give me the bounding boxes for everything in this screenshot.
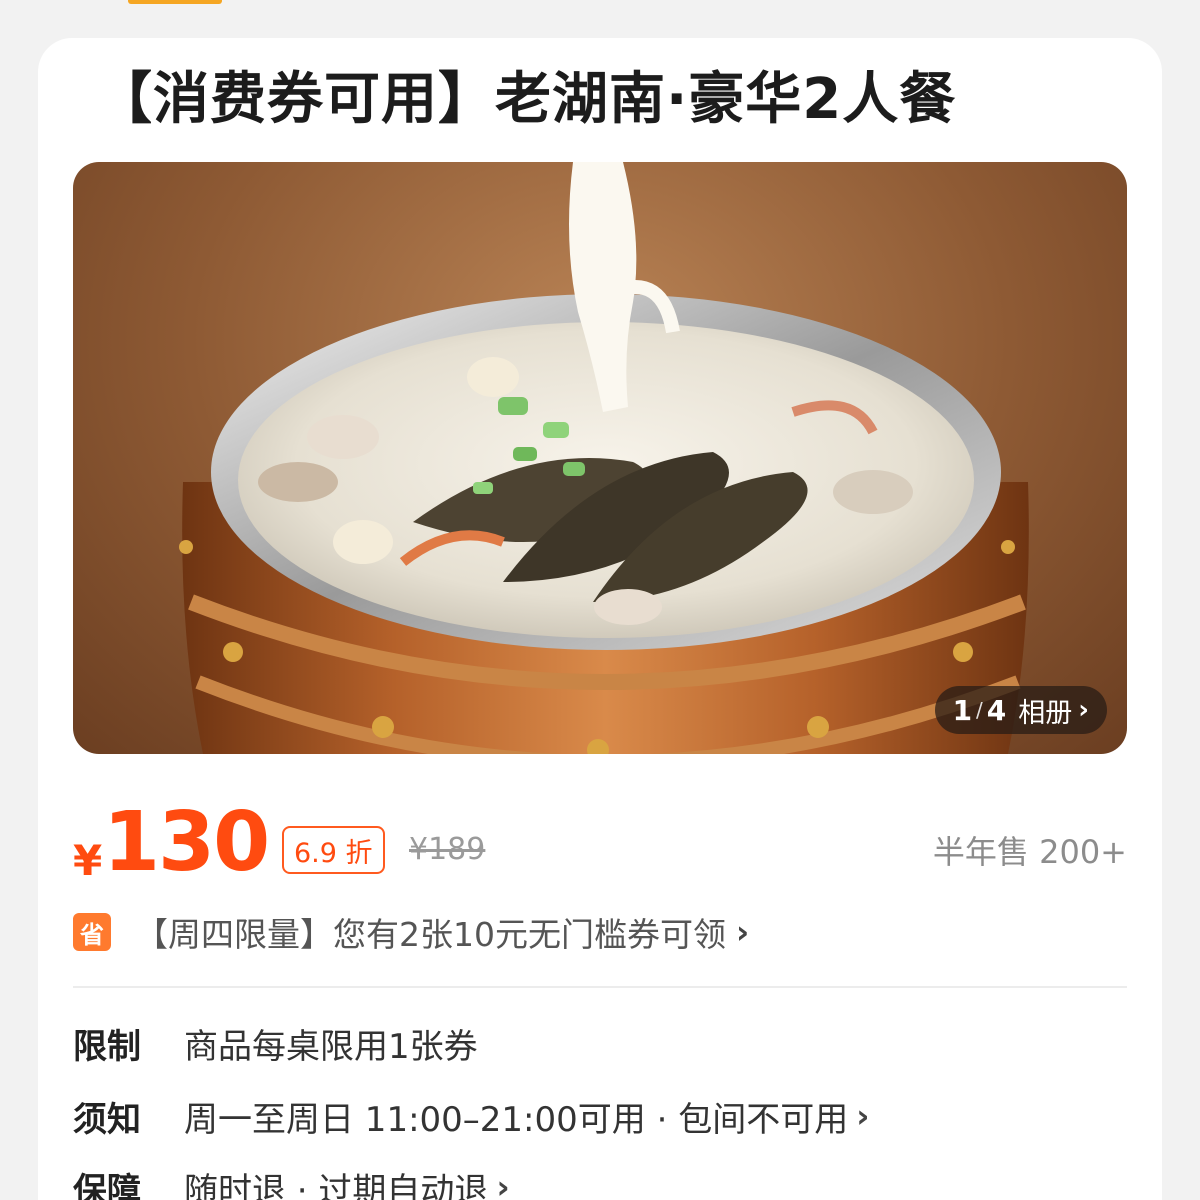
- original-price: ¥189: [409, 832, 486, 867]
- deal-title: 【消费券可用】老湖南·豪华2人餐: [96, 67, 957, 132]
- page-total: 4: [986, 693, 1007, 727]
- info-label: 限制: [73, 1026, 141, 1067]
- coupon-text: 【周四限量】您有2张10元无门槛券可领: [135, 915, 726, 954]
- page-separator: /: [976, 698, 983, 722]
- deal-card: 【消费券可用】老湖南·豪华2人餐 1 / 4 相册 › ¥ 130 6.9 折 …: [38, 38, 1162, 1200]
- info-label: 须知: [73, 1099, 141, 1140]
- info-label: 保障: [73, 1170, 141, 1200]
- chevron-right-icon: ›: [1078, 695, 1089, 725]
- info-row-limit: 限制 商品每桌限用1张券: [73, 1018, 1127, 1068]
- info-row-guarantee[interactable]: 保障 随时退 · 过期自动退 ›: [73, 1162, 1127, 1200]
- info-value: 商品每桌限用1张券: [184, 1026, 478, 1067]
- divider: [73, 986, 1127, 988]
- info-value: 周一至周日 11:00–21:00可用 · 包间不可用: [184, 1099, 849, 1140]
- top-tab-indicator: [128, 0, 222, 4]
- currency-symbol: ¥: [73, 836, 103, 885]
- sales-count: 半年售 200+: [932, 833, 1127, 871]
- page-current: 1: [952, 693, 973, 727]
- discount-badge: 6.9 折: [282, 826, 385, 874]
- chevron-right-icon: ›: [496, 1168, 510, 1200]
- coupon-row[interactable]: 省 【周四限量】您有2张10元无门槛券可领 ›: [73, 908, 1127, 956]
- chevron-right-icon: ›: [736, 913, 750, 951]
- info-row-notice[interactable]: 须知 周一至周日 11:00–21:00可用 · 包间不可用 ›: [73, 1091, 1127, 1141]
- save-icon: 省: [73, 913, 111, 951]
- photo-gallery[interactable]: 1 / 4 相册 ›: [73, 162, 1127, 754]
- album-label: 相册: [1018, 697, 1073, 729]
- deal-price: 130: [103, 795, 270, 890]
- seafood-hotpot-barrel-photo: [179, 162, 1029, 754]
- info-value: 随时退 · 过期自动退: [184, 1170, 489, 1200]
- price-row: ¥ 130 6.9 折 ¥189 半年售 200+: [73, 798, 1127, 888]
- album-button[interactable]: 1 / 4 相册 ›: [934, 686, 1107, 734]
- chevron-right-icon: ›: [856, 1097, 870, 1135]
